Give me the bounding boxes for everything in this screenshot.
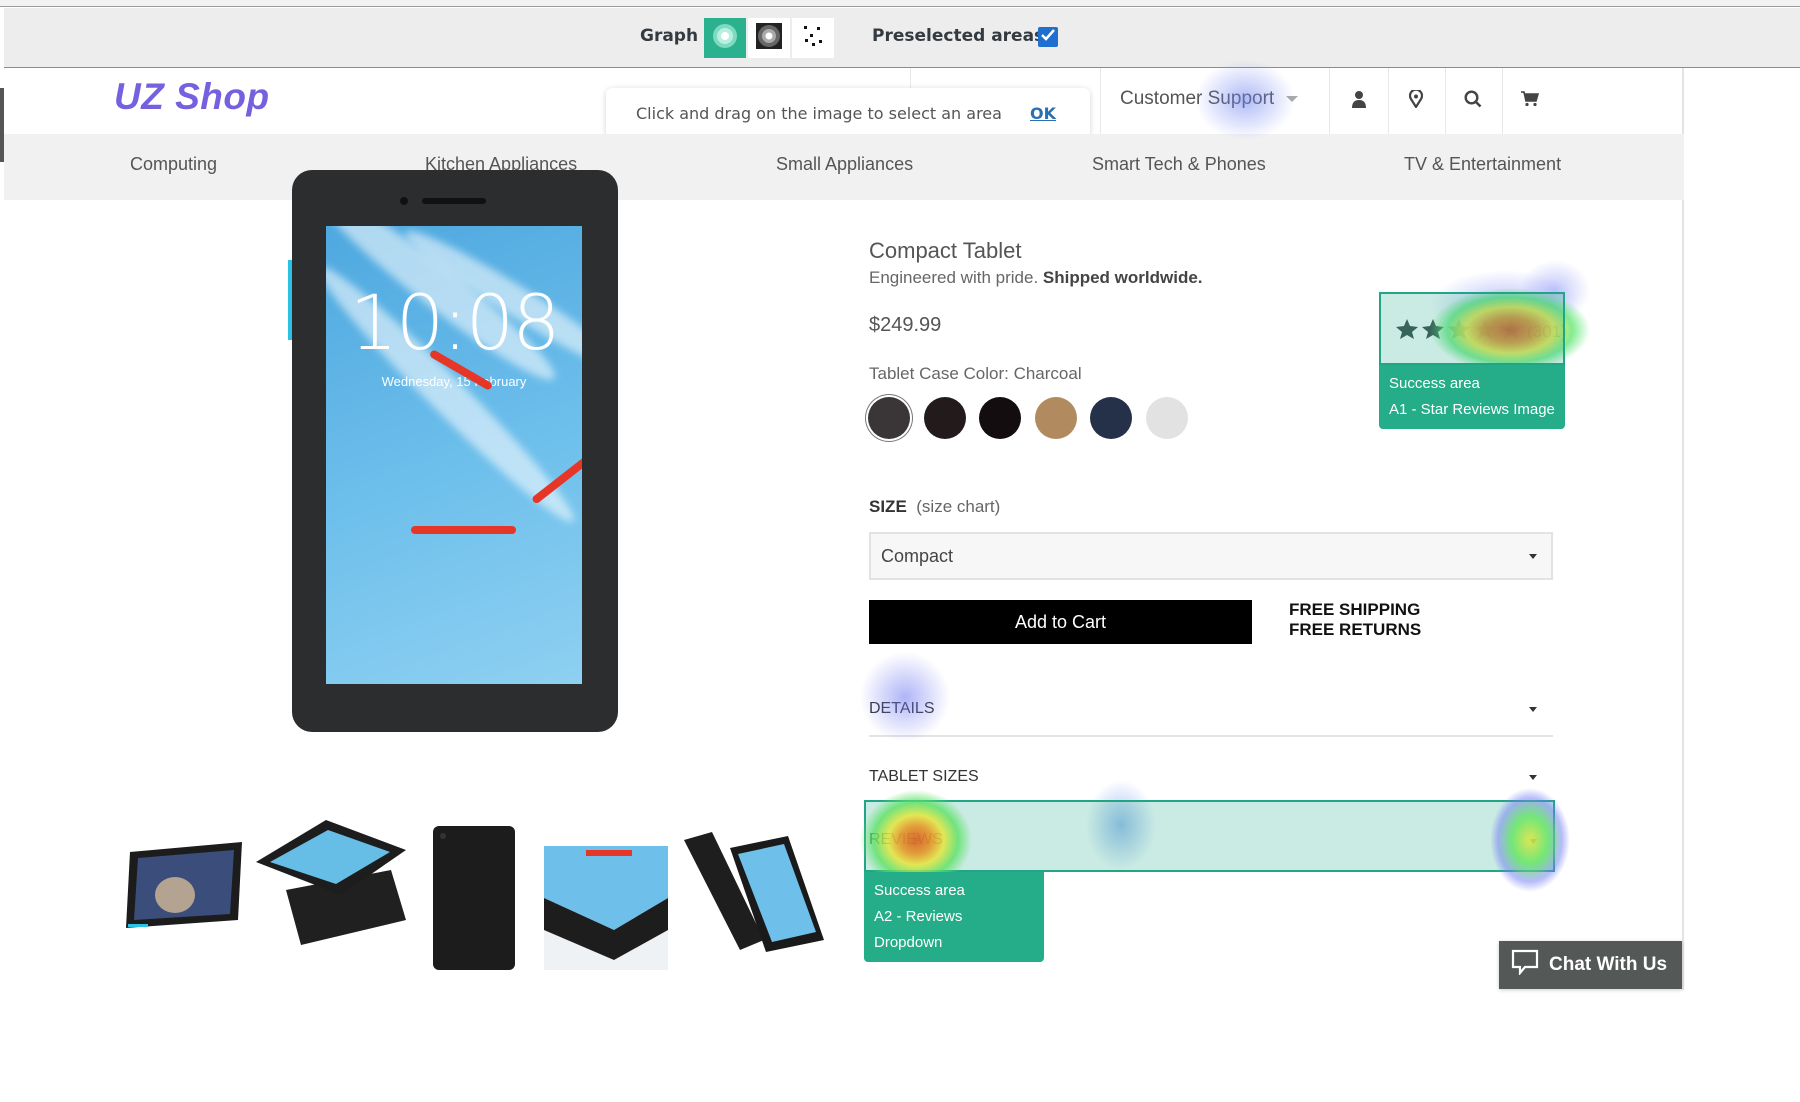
tablet-screen: 10:08 Wednesday, 15 February bbox=[326, 226, 582, 684]
shop-logo[interactable]: UZ Shop bbox=[114, 76, 270, 118]
size-chart-link[interactable]: (size chart) bbox=[916, 497, 1000, 516]
cart-icon bbox=[1521, 90, 1540, 112]
size-select[interactable]: Compact bbox=[869, 532, 1553, 580]
attention-map-icon bbox=[755, 22, 783, 55]
chat-bubble-icon bbox=[1511, 949, 1539, 981]
header-divider bbox=[1388, 68, 1389, 134]
cart-button[interactable] bbox=[1510, 84, 1550, 118]
header-divider bbox=[1329, 68, 1330, 134]
heatmap-mode-button[interactable] bbox=[704, 18, 746, 58]
chevron-down-icon bbox=[1529, 707, 1537, 712]
side-button-accent bbox=[288, 260, 292, 340]
shipping-returns-note: FREE SHIPPING FREE RETURNS bbox=[1289, 600, 1421, 640]
accordion-divider bbox=[869, 735, 1553, 737]
customer-support-menu[interactable]: Customer Support bbox=[1120, 88, 1299, 110]
attention-mode-button[interactable] bbox=[748, 18, 790, 58]
success-area-a2-tag: Success area A2 - Reviews Dropdown bbox=[864, 872, 1044, 962]
success-area-a1-tag: Success area A1 - Star Reviews Image bbox=[1379, 365, 1565, 429]
header-divider bbox=[1100, 68, 1101, 134]
size-select-value: Compact bbox=[881, 545, 954, 566]
thumbnail-3[interactable] bbox=[433, 820, 515, 970]
header-divider bbox=[1445, 68, 1446, 134]
lockscreen-date: Wednesday, 15 February bbox=[381, 374, 527, 389]
search-icon bbox=[1464, 89, 1482, 113]
store-locator-button[interactable] bbox=[1396, 84, 1436, 118]
area-a1-label: A1 - Star Reviews Image bbox=[1389, 401, 1555, 418]
product-price: $249.99 bbox=[869, 314, 942, 336]
product-subtitle-plain: Engineered with pride. bbox=[869, 268, 1043, 287]
success-area-a1[interactable] bbox=[1379, 292, 1565, 365]
accordion-details-label: DETAILS bbox=[869, 700, 935, 717]
scatter-dots-icon bbox=[800, 23, 826, 54]
chevron-down-icon bbox=[1529, 554, 1537, 559]
heatmap-toolbar: Graph Preselected areas bbox=[4, 8, 1800, 68]
size-heading: SIZE bbox=[869, 497, 907, 516]
hint-ok-link[interactable]: OK bbox=[1030, 104, 1056, 123]
category-nav: Computing Kitchen Appliances Small Appli… bbox=[4, 134, 1684, 200]
scatter-mode-button[interactable] bbox=[792, 18, 834, 58]
thumbnail-4[interactable] bbox=[544, 820, 668, 970]
area-a2-title: Success area bbox=[874, 882, 965, 899]
accordion-details[interactable]: DETAILS bbox=[869, 686, 1553, 732]
thumbnail-1[interactable] bbox=[120, 820, 245, 970]
select-area-hint-text: Click and drag on the image to select an… bbox=[636, 103, 1002, 123]
chat-with-us-button[interactable]: Chat With Us bbox=[1499, 941, 1682, 989]
size-label: SIZE (size chart) bbox=[869, 497, 1000, 517]
lockscreen-time: 10:08 bbox=[349, 278, 560, 367]
color-swatch-black[interactable] bbox=[979, 397, 1022, 439]
location-pin-icon bbox=[1408, 88, 1424, 113]
area-a1-title: Success area bbox=[1389, 375, 1480, 392]
chat-label: Chat With Us bbox=[1549, 954, 1668, 975]
preselected-areas-checkbox[interactable] bbox=[1038, 27, 1058, 47]
graph-label: Graph bbox=[640, 26, 699, 46]
account-button[interactable] bbox=[1339, 84, 1379, 118]
thumbnail-5[interactable] bbox=[684, 820, 826, 970]
free-shipping-text: FREE SHIPPING bbox=[1289, 600, 1421, 619]
color-swatch-tan[interactable] bbox=[1034, 397, 1077, 439]
nav-item-small-appliances[interactable]: Small Appliances bbox=[776, 154, 913, 175]
area-a2-label: A2 - Reviews Dropdown bbox=[874, 908, 963, 951]
window-top-edge bbox=[0, 0, 1800, 7]
color-swatch-espresso[interactable] bbox=[923, 397, 966, 439]
nav-item-computing[interactable]: Computing bbox=[130, 154, 217, 175]
color-swatch-charcoal[interactable] bbox=[868, 397, 910, 439]
header-divider bbox=[1502, 68, 1503, 134]
color-swatch-light-grey[interactable] bbox=[1146, 397, 1188, 439]
select-area-hint: Click and drag on the image to select an… bbox=[606, 88, 1090, 138]
red-plane bbox=[411, 526, 516, 534]
user-icon bbox=[1351, 90, 1367, 113]
success-area-a2[interactable] bbox=[864, 800, 1555, 872]
accordion-tablet-sizes-label: TABLET SIZES bbox=[869, 768, 979, 785]
free-returns-text: FREE RETURNS bbox=[1289, 620, 1422, 639]
nav-item-smart-tech-phones[interactable]: Smart Tech & Phones bbox=[1092, 154, 1266, 175]
chevron-down-icon bbox=[1529, 775, 1537, 780]
product-main-image[interactable]: 10:08 Wednesday, 15 February bbox=[288, 170, 618, 732]
speaker-grille bbox=[422, 198, 486, 204]
product-subtitle-bold: Shipped worldwide. bbox=[1042, 268, 1203, 287]
product-title: Compact Tablet bbox=[869, 238, 1022, 263]
preselected-areas-label: Preselected areas bbox=[872, 26, 1045, 46]
chevron-down-icon bbox=[1286, 96, 1299, 102]
add-to-cart-button[interactable]: Add to Cart bbox=[869, 600, 1252, 644]
customer-support-label: Customer Support bbox=[1120, 88, 1275, 109]
nav-item-tv-entertainment[interactable]: TV & Entertainment bbox=[1404, 154, 1561, 175]
accordion-tablet-sizes[interactable]: TABLET SIZES bbox=[869, 754, 1553, 800]
checkmark-icon bbox=[1041, 28, 1055, 46]
case-color-label: Tablet Case Color: Charcoal bbox=[869, 364, 1082, 383]
heatmap-icon bbox=[712, 23, 738, 54]
search-button[interactable] bbox=[1453, 84, 1493, 118]
front-camera bbox=[400, 197, 408, 205]
thumbnail-2[interactable] bbox=[256, 820, 406, 970]
product-subtitle: Engineered with pride. Shipped worldwide… bbox=[869, 268, 1203, 288]
